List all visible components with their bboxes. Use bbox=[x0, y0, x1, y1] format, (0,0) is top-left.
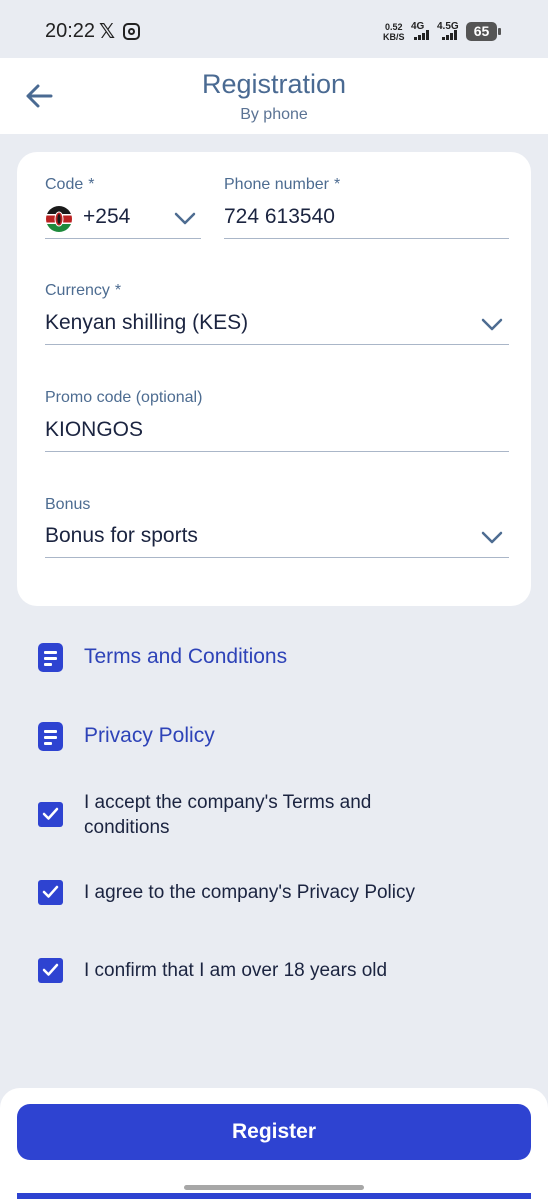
code-label: Code * bbox=[45, 176, 94, 194]
network-speed: 0.52 KB/S bbox=[383, 22, 405, 42]
bonus-label: Bonus bbox=[45, 496, 91, 513]
required-mark: * bbox=[88, 176, 95, 193]
privacy-policy-link[interactable]: Privacy Policy bbox=[38, 722, 438, 752]
promo-code-input[interactable]: KIONGOS bbox=[45, 418, 143, 442]
privacy-agree-row: I agree to the company's Privacy Policy bbox=[38, 880, 518, 905]
currency-select[interactable]: Kenyan shilling (KES) bbox=[45, 311, 248, 335]
network-speed-value: 0.52 bbox=[384, 22, 403, 32]
currency-label-text: Currency bbox=[45, 282, 110, 299]
age-confirm-checkbox[interactable] bbox=[38, 958, 63, 983]
app-header: Registration By phone bbox=[0, 58, 548, 134]
checkmark-icon bbox=[42, 963, 59, 976]
country-code-value[interactable]: +254 bbox=[83, 205, 130, 229]
document-icon bbox=[38, 643, 63, 672]
x-app-icon: 𝕏 bbox=[99, 21, 116, 43]
signal-icon bbox=[442, 30, 458, 40]
phone-label: Phone number * bbox=[224, 176, 340, 194]
code-underline bbox=[45, 238, 201, 239]
accept-terms-label-line2: conditions bbox=[84, 817, 170, 838]
privacy-agree-label: I agree to the company's Privacy Policy bbox=[84, 882, 415, 903]
promo-underline bbox=[45, 451, 509, 452]
accept-terms-row: I accept the company's Terms and conditi… bbox=[38, 790, 518, 842]
document-icon bbox=[38, 722, 63, 751]
home-indicator[interactable] bbox=[184, 1185, 364, 1190]
registration-form-card: Code * +254 Phone number * 724 613540 Curr… bbox=[17, 152, 531, 606]
phone-label-text: Phone number bbox=[224, 176, 329, 193]
age-confirm-label: I confirm that I am over 18 years old bbox=[84, 960, 388, 981]
terms-link-label: Terms and Conditions bbox=[84, 645, 288, 668]
accept-terms-checkbox[interactable] bbox=[38, 802, 63, 827]
battery-icon: 65 bbox=[466, 22, 501, 41]
register-button[interactable]: Register bbox=[17, 1104, 531, 1160]
checkmark-icon bbox=[42, 885, 59, 898]
checkmark-icon bbox=[42, 807, 59, 820]
bonus-underline bbox=[45, 557, 509, 558]
required-mark: * bbox=[333, 176, 341, 193]
bonus-select[interactable]: Bonus for sports bbox=[45, 524, 198, 548]
phone-number-input[interactable]: 724 613540 bbox=[224, 205, 335, 229]
accept-terms-label: I accept the company's Terms and conditi… bbox=[84, 790, 371, 840]
status-time: 20:22 bbox=[45, 20, 96, 42]
promo-code-label: Promo code (optional) bbox=[45, 389, 203, 406]
privacy-link-label: Privacy Policy bbox=[84, 724, 215, 747]
bottom-action-panel: Register bbox=[0, 1088, 548, 1199]
instagram-icon bbox=[123, 23, 140, 40]
currency-underline bbox=[45, 344, 509, 345]
currency-label: Currency * bbox=[45, 282, 121, 300]
required-mark: * bbox=[114, 282, 122, 299]
status-bar: 20:22 𝕏 0.52 KB/S 4G 4.5G 65 bbox=[0, 0, 548, 58]
privacy-agree-checkbox[interactable] bbox=[38, 880, 63, 905]
accept-terms-label-line1: I accept the company's Terms and bbox=[84, 792, 372, 813]
battery-level: 65 bbox=[473, 23, 490, 39]
kenya-flag-icon bbox=[46, 206, 72, 232]
network-speed-unit: KB/S bbox=[383, 32, 405, 42]
chevron-down-icon[interactable] bbox=[174, 212, 196, 226]
chevron-down-icon[interactable] bbox=[481, 318, 503, 332]
page-title: Registration bbox=[201, 69, 347, 99]
phone-underline bbox=[224, 238, 509, 239]
terms-link[interactable]: Terms and Conditions bbox=[38, 643, 438, 673]
page-subtitle: By phone bbox=[240, 106, 308, 123]
chevron-down-icon[interactable] bbox=[481, 531, 503, 545]
age-confirm-row: I confirm that I am over 18 years old bbox=[38, 958, 518, 983]
bottom-strip bbox=[17, 1193, 531, 1199]
signal-icon bbox=[414, 30, 430, 40]
code-label-text: Code bbox=[45, 176, 84, 193]
